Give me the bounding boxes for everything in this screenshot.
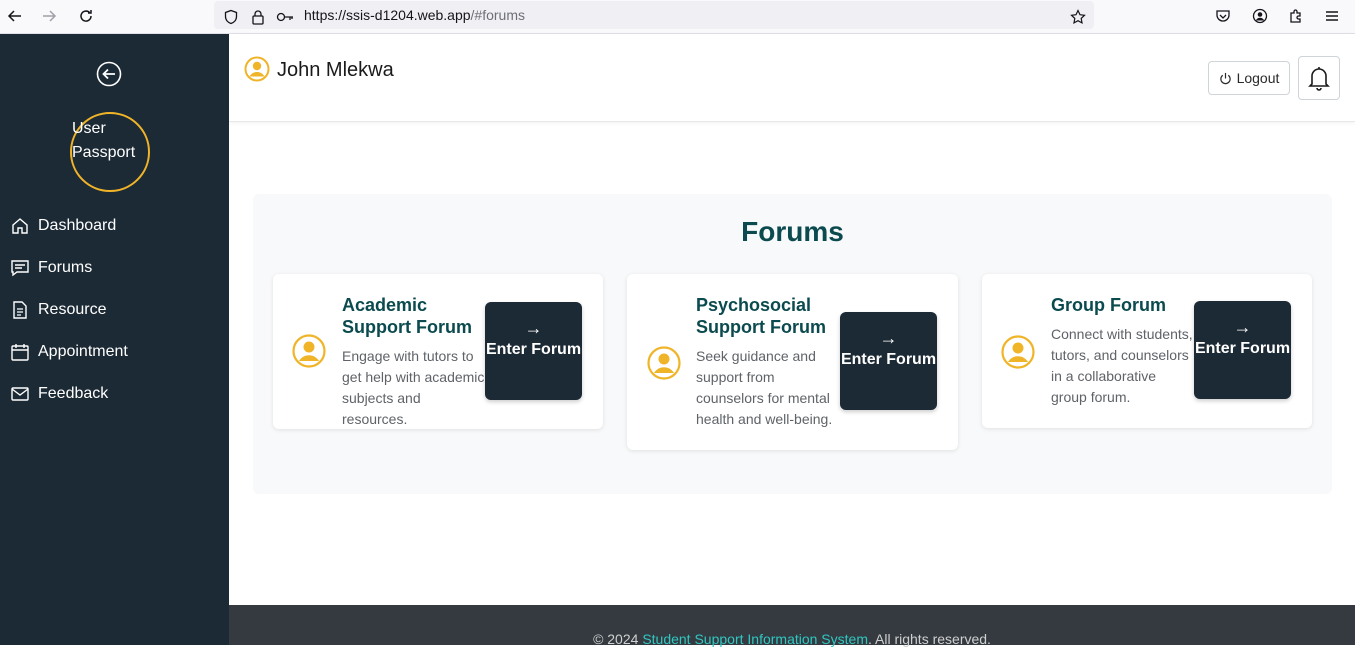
account-icon[interactable] <box>1249 5 1271 27</box>
user-circle-icon <box>647 346 681 380</box>
user-circle-icon <box>292 334 326 368</box>
notifications-button[interactable] <box>1298 56 1340 100</box>
bell-icon <box>1308 67 1330 91</box>
calendar-icon <box>11 344 29 361</box>
forums-panel: Forums Academic Support Forum Engage wit… <box>253 194 1332 494</box>
sidebar-item-forums[interactable]: Forums <box>10 254 92 282</box>
forum-card-group: Group Forum Connect with students, tutor… <box>982 274 1312 428</box>
sidebar-item-label: Appointment <box>38 343 128 360</box>
page-title: Forums <box>741 216 844 247</box>
forum-card-description: Engage with tutors to get help with acad… <box>342 348 485 427</box>
enter-forum-button[interactable]: → Enter Forum <box>840 312 937 410</box>
forum-card-title: Group Forum <box>1051 295 1166 315</box>
shield-icon[interactable] <box>220 6 242 28</box>
chat-icon <box>11 260 29 277</box>
sidebar: User Passport Dashboard Forums Resource … <box>0 34 229 645</box>
user-circle-icon <box>244 56 270 82</box>
lock-icon[interactable] <box>247 6 269 28</box>
collapse-sidebar-icon[interactable] <box>96 61 122 87</box>
back-arrow-icon[interactable] <box>4 5 26 27</box>
key-icon[interactable] <box>274 6 296 28</box>
user-circle-icon <box>1001 335 1035 369</box>
forum-card-academic: Academic Support Forum Engage with tutor… <box>273 274 603 429</box>
forum-card-description: Connect with students, tutors, and couns… <box>1051 326 1193 405</box>
forum-card-title: Psychosocial Support Forum <box>696 295 826 337</box>
reload-icon[interactable] <box>75 5 97 27</box>
address-bar[interactable]: https://ssis-d1204.web.app/#forums <box>214 1 1094 29</box>
sidebar-item-label: Feedback <box>38 385 109 402</box>
forward-arrow-icon[interactable] <box>38 5 60 27</box>
menu-icon[interactable] <box>1321 5 1343 27</box>
user-name: John Mlekwa <box>277 59 394 81</box>
arrow-right-icon: → <box>879 328 898 348</box>
arrow-right-icon: → <box>1233 317 1252 337</box>
bookmark-star-icon[interactable] <box>1067 6 1089 28</box>
enter-forum-button[interactable]: → Enter Forum <box>1194 301 1291 399</box>
forum-card-title: Academic Support Forum <box>342 295 472 337</box>
home-icon <box>12 218 28 234</box>
enter-forum-button[interactable]: → Enter Forum <box>485 302 582 400</box>
power-icon <box>1219 72 1231 84</box>
document-icon <box>13 301 27 319</box>
extensions-icon[interactable] <box>1285 5 1307 27</box>
sidebar-item-dashboard[interactable]: Dashboard <box>10 212 116 240</box>
sidebar-item-feedback[interactable]: Feedback <box>10 380 108 408</box>
browser-toolbar: https://ssis-d1204.web.app/#forums <box>0 0 1355 34</box>
enter-forum-label: Enter Forum <box>840 351 937 368</box>
url-text: https://ssis-d1204.web.app/#forums <box>304 7 526 23</box>
footer: © 2024 Student Support Information Syste… <box>229 605 1355 647</box>
forum-card-psychosocial: Psychosocial Support Forum Seek guidance… <box>627 274 958 450</box>
logout-button[interactable]: Logout <box>1208 61 1290 95</box>
user-passport-label: User Passport <box>72 120 136 161</box>
pocket-icon[interactable] <box>1212 5 1234 27</box>
top-header: John Mlekwa Logout <box>229 34 1355 122</box>
logout-label: Logout <box>1236 70 1280 86</box>
envelope-icon <box>11 387 29 401</box>
enter-forum-label: Enter Forum <box>485 341 582 358</box>
sidebar-item-label: Resource <box>38 301 107 318</box>
sidebar-item-label: Dashboard <box>38 217 117 234</box>
enter-forum-label: Enter Forum <box>1194 340 1291 357</box>
sidebar-item-resource[interactable]: Resource <box>10 296 106 324</box>
arrow-right-icon: → <box>524 318 543 338</box>
sidebar-item-label: Forums <box>38 259 93 276</box>
forum-card-description: Seek guidance and support from counselor… <box>696 348 833 427</box>
sidebar-item-appointment[interactable]: Appointment <box>10 338 128 366</box>
